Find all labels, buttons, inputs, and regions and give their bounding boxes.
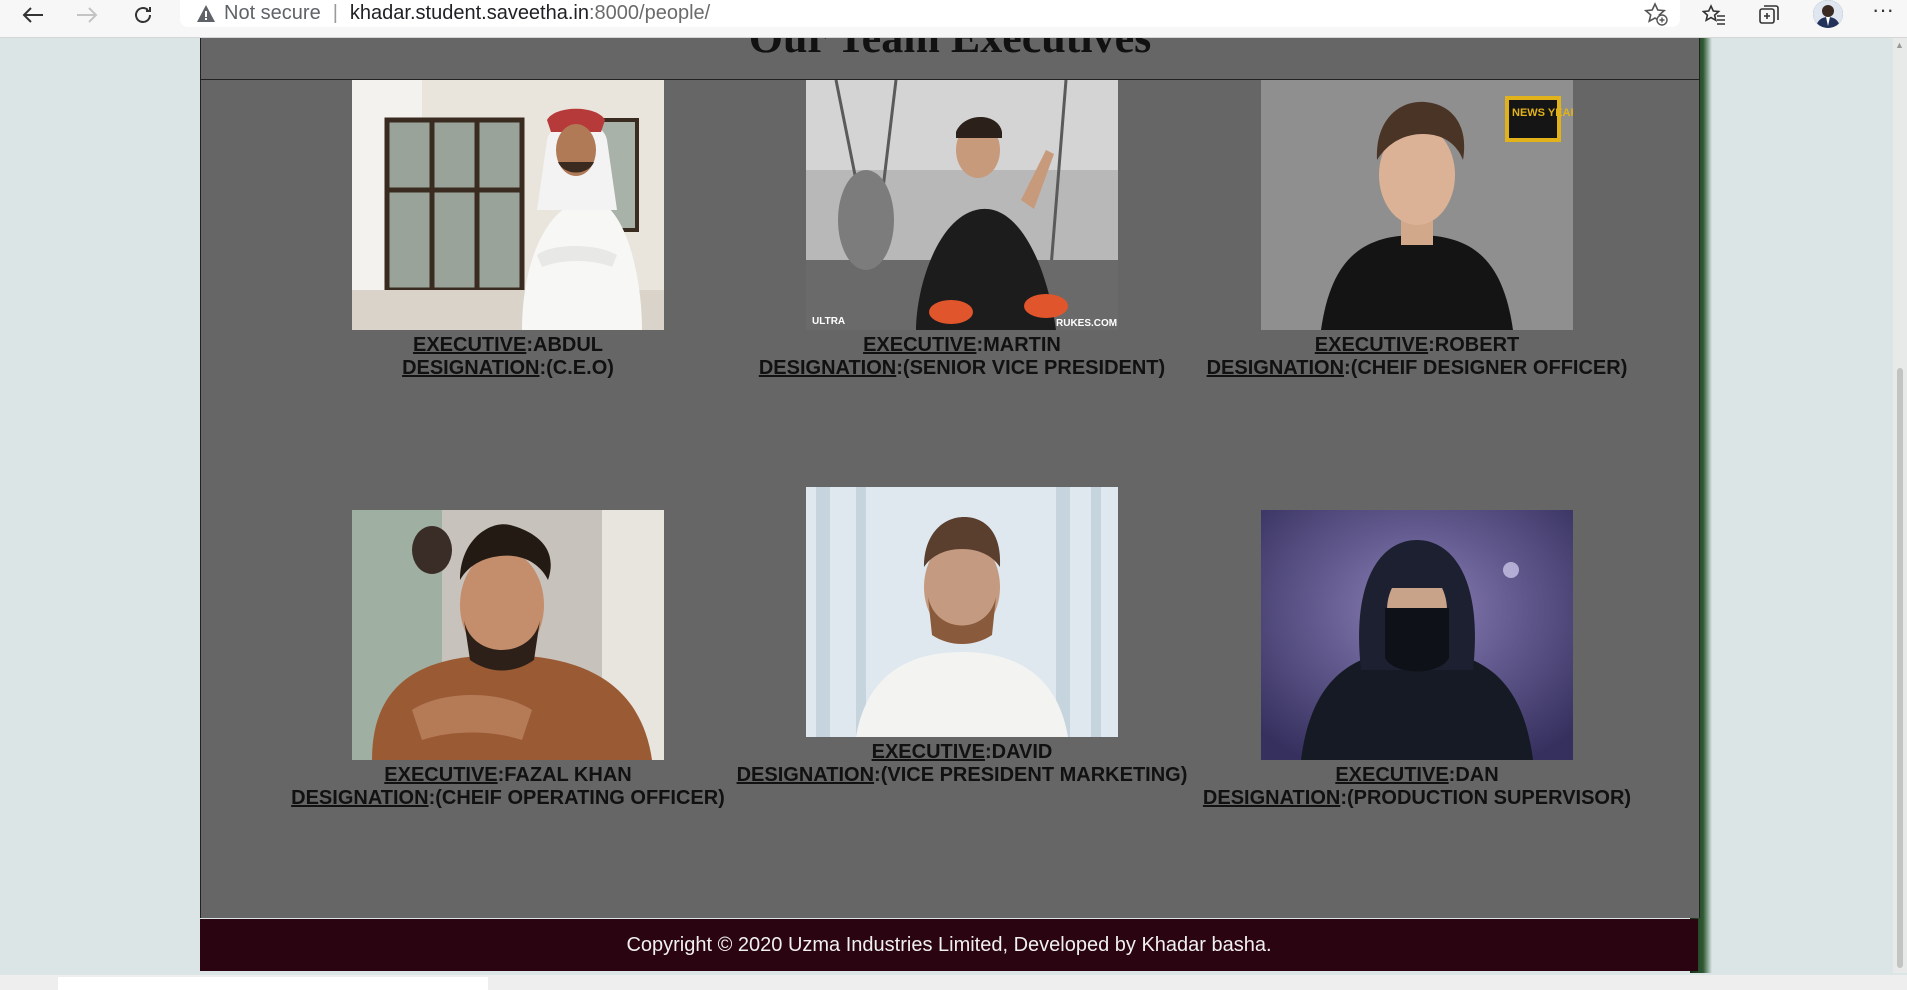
designation-label: DESIGNATION (1202, 787, 1341, 809)
executive-photo-martin: ULTRA RUKES.COM (806, 80, 1118, 330)
scrollbar-thumb[interactable] (1897, 368, 1903, 968)
designation-label: DESIGNATION (736, 764, 875, 786)
collections-button[interactable] (1755, 2, 1783, 28)
refresh-button[interactable] (126, 0, 160, 30)
executive-designation: :(C.E.O) (539, 357, 614, 379)
executive-card-david: EXECUTIVE:DAVID DESIGNATION:(VICE PRESID… (727, 487, 1197, 787)
designation-label: DESIGNATION (758, 357, 897, 379)
add-favorite-icon[interactable] (1644, 2, 1668, 26)
executive-name: :DAVID (984, 741, 1053, 763)
team-section: Our Team Executives EXECUTIVE:ABDUL DESI… (200, 38, 1700, 918)
favorites-button[interactable] (1700, 2, 1728, 28)
executive-card-abdul: EXECUTIVE:ABDUL DESIGNATION:(C.E.O) (273, 80, 743, 380)
executive-label: EXECUTIVE (863, 334, 977, 356)
executive-name: :ABDUL (526, 334, 603, 356)
executive-photo-abdul (352, 80, 664, 330)
designation-label: DESIGNATION (291, 787, 429, 809)
executive-photo-dan (1261, 510, 1573, 760)
collections-icon (1759, 5, 1779, 24)
executive-photo-robert: NEWS YEAR (1261, 80, 1573, 330)
executive-card-fazal-khan: EXECUTIVE:FAZAL KHAN DESIGNATION:(CHEIF … (273, 510, 743, 810)
man-on-stage-photo: ULTRA RUKES.COM (806, 80, 1118, 330)
settings-more-button[interactable]: ··· (1866, 0, 1900, 26)
man-white-tshirt-photo (806, 487, 1118, 737)
url-path: :8000/people/ (588, 2, 711, 24)
executive-card-robert: NEWS YEAR EXECUTIVE:ROBERT DESIGNATION:(… (1182, 80, 1652, 380)
executive-name: :DAN (1448, 764, 1499, 786)
masked-man-hoodie-photo (1261, 510, 1573, 760)
executive-designation: :(VICE PRESIDENT MARKETING) (874, 764, 1188, 786)
profile-avatar[interactable] (1813, 0, 1843, 28)
page-title: Our Team Executives (201, 38, 1699, 63)
executive-label: EXECUTIVE (1314, 334, 1429, 356)
scroll-up-arrow-icon[interactable]: ▲ (1895, 40, 1905, 50)
os-taskbar (0, 975, 1907, 990)
address-separator: | (332, 2, 338, 24)
forward-button[interactable] (70, 0, 104, 30)
executive-card-martin: ULTRA RUKES.COM EXECUTIVE:MARTIN DESIGNA… (727, 80, 1197, 380)
back-arrow-icon (22, 7, 43, 23)
executive-designation: :(SENIOR VICE PRESIDENT) (896, 357, 1166, 379)
security-status[interactable]: Not secure (224, 2, 321, 25)
man-black-tshirt-photo: NEWS YEAR (1261, 80, 1573, 330)
man-in-white-thobe-photo (352, 80, 664, 330)
bearded-man-brown-shirt-photo (352, 510, 664, 760)
profile-avatar-icon (1813, 0, 1843, 28)
refresh-icon (135, 7, 151, 23)
executive-card-dan: EXECUTIVE:DAN DESIGNATION:(PRODUCTION SU… (1182, 510, 1652, 810)
executive-label: EXECUTIVE (384, 764, 498, 786)
executive-photo-fazal-khan (352, 510, 664, 760)
executive-designation: :(CHEIF DESIGNER OFFICER) (1344, 357, 1628, 379)
designation-label: DESIGNATION (1206, 357, 1345, 379)
executive-label: EXECUTIVE (871, 741, 985, 763)
warning-icon (197, 4, 215, 22)
section-heading: Our Team Executives (201, 38, 1699, 80)
favorites-icon (1702, 4, 1725, 25)
copyright-text: Copyright © 2020 Uzma Industries Limited… (626, 933, 1272, 956)
photo-badge: NEWS YEAR (1512, 107, 1573, 119)
photo-watermark-right: RUKES.COM (1056, 318, 1117, 329)
executive-name: :ROBERT (1428, 334, 1520, 356)
executive-photo-david (806, 487, 1118, 737)
designation-label: DESIGNATION (402, 357, 540, 379)
executive-name: :MARTIN (976, 334, 1061, 356)
taskbar-search-box[interactable] (58, 977, 488, 990)
executive-name: :FAZAL KHAN (497, 764, 632, 786)
executive-designation: :(PRODUCTION SUPERVISOR) (1340, 787, 1632, 809)
browser-toolbar: Not secure | khadar.student.saveetha.in:… (0, 0, 1907, 38)
executive-designation: :(CHEIF OPERATING OFFICER) (428, 787, 725, 809)
more-icon: ··· (1872, 0, 1894, 22)
executive-label: EXECUTIVE (412, 334, 527, 356)
address-bar[interactable]: Not secure | khadar.student.saveetha.in:… (180, 0, 1680, 27)
page-footer: Copyright © 2020 Uzma Industries Limited… (200, 919, 1698, 971)
back-button[interactable] (16, 0, 50, 30)
vertical-scrollbar[interactable]: ▲ (1893, 38, 1907, 973)
photo-watermark-left: ULTRA (812, 316, 845, 327)
forward-arrow-icon (77, 7, 98, 23)
url-host: khadar.student.saveetha.in (349, 2, 589, 24)
executive-label: EXECUTIVE (1335, 764, 1449, 786)
